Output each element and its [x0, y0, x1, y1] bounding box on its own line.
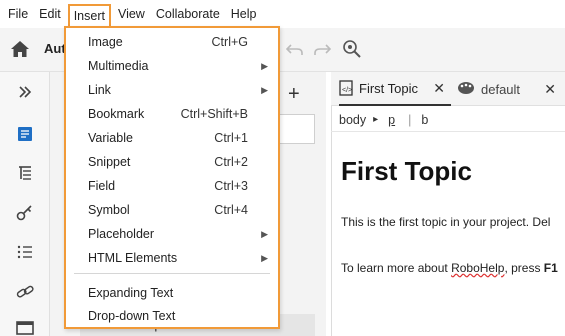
menu-item-shortcut: Ctrl+4 — [214, 203, 248, 217]
divider: | — [408, 112, 412, 127]
toc-icon[interactable] — [15, 163, 35, 183]
menu-item-label: Multimedia — [88, 59, 149, 73]
expand-icon[interactable] — [15, 82, 35, 102]
menu-item-symbol[interactable]: Symbol Ctrl+4 — [66, 198, 278, 222]
close-icon[interactable]: ✕ — [433, 80, 445, 97]
tab-default[interactable]: default ✕ — [457, 72, 562, 106]
side-search-input[interactable] — [277, 114, 315, 144]
key-icon[interactable] — [15, 203, 35, 223]
menu-item-label: Expanding Text — [88, 286, 174, 300]
para-text-misspelled: RoboHelp — [451, 261, 505, 275]
home-icon[interactable] — [9, 39, 31, 59]
add-button[interactable]: + — [288, 83, 300, 106]
tab-first-topic[interactable]: </> First Topic ✕ — [339, 72, 451, 106]
crumb-b[interactable]: b — [421, 113, 428, 127]
menu-item-label: Field — [88, 179, 116, 193]
monitor-icon[interactable] — [15, 320, 35, 336]
menu-file[interactable]: File — [4, 3, 32, 25]
menu-item-html-elements[interactable]: HTML Elements ▶ — [66, 246, 278, 270]
topic-icon[interactable] — [15, 124, 35, 144]
svg-text:</>: </> — [342, 87, 352, 94]
menu-item-placeholder[interactable]: Placeholder ▶ — [66, 222, 278, 246]
menu-item-expanding-text[interactable]: Expanding Text — [66, 281, 278, 305]
undo-icon[interactable] — [285, 39, 305, 59]
menu-divider — [74, 273, 270, 274]
project-tab-label[interactable]: Aut — [44, 41, 66, 56]
palette-icon — [457, 81, 475, 97]
redo-icon[interactable] — [312, 39, 332, 59]
menu-item-image[interactable]: Image Ctrl+G — [66, 30, 278, 54]
menu-item-multimedia[interactable]: Multimedia ▶ — [66, 54, 278, 78]
menu-item-shortcut: Ctrl+1 — [214, 131, 248, 145]
left-rail — [0, 72, 50, 336]
menu-item-label: Symbol — [88, 203, 130, 217]
topic-file-icon: </> — [339, 80, 353, 96]
paragraph: This is the first topic in your project.… — [341, 215, 551, 229]
list-icon[interactable] — [15, 242, 35, 262]
menu-item-shortcut: Ctrl+2 — [214, 155, 248, 169]
paragraph: To learn more about RoboHelp, press F1 — [341, 261, 558, 275]
menu-item-label: HTML Elements — [88, 251, 178, 265]
para-text: To learn more about — [341, 261, 452, 275]
menu-collaborate[interactable]: Collaborate — [152, 3, 224, 25]
menu-edit[interactable]: Edit — [35, 3, 65, 25]
para-text: , press — [504, 261, 544, 275]
search-icon[interactable] — [341, 38, 363, 60]
menu-view[interactable]: View — [114, 3, 149, 25]
menu-item-link[interactable]: Link ▶ — [66, 78, 278, 102]
para-text-bold: F1 — [543, 261, 558, 275]
chevron-right-icon: ▶ — [261, 252, 268, 263]
tab-label: First Topic — [359, 80, 418, 96]
breadcrumb: body ▸ p | b — [331, 108, 565, 132]
menu-item-label: Image — [88, 35, 123, 49]
menu-help[interactable]: Help — [227, 3, 261, 25]
menu-item-label: Variable — [88, 131, 133, 145]
menu-item-field[interactable]: Field Ctrl+3 — [66, 174, 278, 198]
chevron-right-icon: ▶ — [261, 60, 268, 71]
menu-item-label: Bookmark — [88, 107, 145, 121]
menu-item-snippet[interactable]: Snippet Ctrl+2 — [66, 150, 278, 174]
tab-label: default — [481, 81, 521, 97]
menu-item-bookmark[interactable]: Bookmark Ctrl+Shift+B — [66, 102, 278, 126]
menu-item-variable[interactable]: Variable Ctrl+1 — [66, 126, 278, 150]
chevron-right-icon: ▶ — [261, 84, 268, 95]
chevron-right-icon: ▸ — [373, 114, 379, 125]
crumb-p[interactable]: p — [385, 113, 398, 127]
menu-item-shortcut: Ctrl+3 — [214, 179, 248, 193]
menu-item-shortcut: Ctrl+G — [211, 35, 248, 49]
menu-item-dropdown-text[interactable]: Drop-down Text — [66, 304, 278, 328]
crumb-body[interactable]: body — [339, 113, 366, 127]
menu-item-label: Snippet — [88, 155, 131, 169]
menu-item-label: Drop-down Text — [88, 309, 176, 323]
menu-item-label: Placeholder — [88, 227, 155, 241]
menu-insert[interactable]: Insert — [67, 4, 111, 28]
menu-item-shortcut: Ctrl+Shift+B — [180, 107, 248, 121]
close-icon[interactable]: ✕ — [544, 81, 556, 98]
insert-menu: Image Ctrl+G Multimedia ▶ Link ▶ Bookmar… — [64, 26, 280, 329]
chevron-right-icon: ▶ — [261, 228, 268, 239]
page-title: First Topic — [341, 156, 472, 186]
menu-item-label: Link — [88, 83, 111, 97]
link-icon[interactable] — [15, 282, 35, 302]
menu-bar: File Edit Insert View Collaborate Help — [0, 0, 565, 28]
editor-tabs: </> First Topic ✕ default ✕ — [331, 72, 565, 106]
